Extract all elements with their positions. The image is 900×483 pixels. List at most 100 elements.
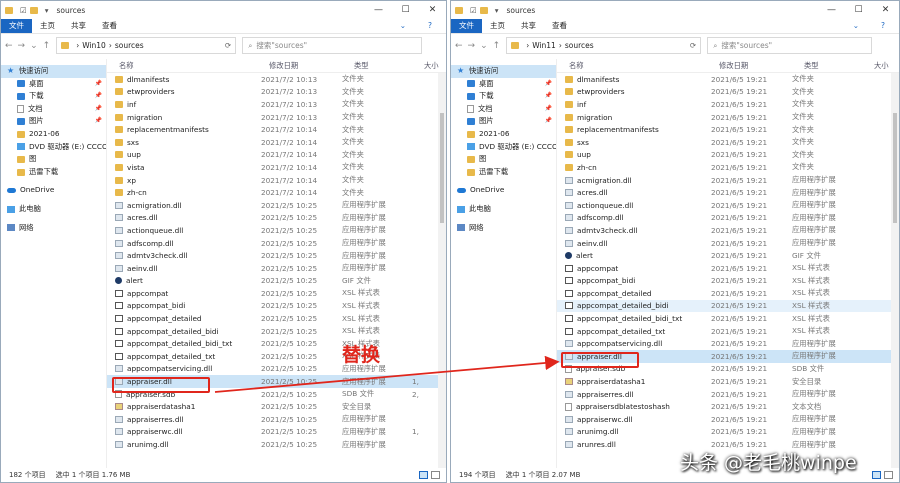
help-icon[interactable]: ? xyxy=(420,19,440,33)
sidebar-item-pictures[interactable]: 图片 📌 xyxy=(451,115,556,128)
file-row[interactable]: appraiserdatasha1 2021/2/5 10:25 安全目录 xyxy=(107,400,446,413)
sidebar-item-desktop[interactable]: 桌面 📌 xyxy=(451,78,556,91)
column-name[interactable]: 名称 xyxy=(557,61,707,71)
file-row[interactable]: appraiserres.dll 2021/6/5 19:21 应用程序扩展 xyxy=(557,388,899,401)
file-row[interactable]: actionqueue.dll 2021/6/5 19:21 应用程序扩展 xyxy=(557,199,899,212)
close-button[interactable]: ✕ xyxy=(872,5,899,15)
dropdown-icon[interactable]: ▾ xyxy=(45,6,49,15)
file-row[interactable]: appcompat_detailed_bidi_txt 2021/6/5 19:2… xyxy=(557,312,899,325)
maximize-button[interactable]: ☐ xyxy=(392,5,419,15)
file-row[interactable]: acmigration.dll 2021/6/5 19:21 应用程序扩展 xyxy=(557,174,899,187)
file-row[interactable]: acres.dll 2021/6/5 19:21 应用程序扩展 xyxy=(557,186,899,199)
file-row[interactable]: appcompat_detailed_txt 2021/6/5 19:21 XSL … xyxy=(557,325,899,338)
file-row[interactable]: acmigration.dll 2021/2/5 10:25 应用程序扩展 xyxy=(107,199,446,212)
file-row[interactable]: replacementmanifests 2021/6/5 19:21 文件夹 xyxy=(557,123,899,136)
sidebar-this-pc[interactable]: 此电脑 xyxy=(451,203,556,216)
sidebar-onedrive[interactable]: OneDrive xyxy=(1,184,106,197)
column-date[interactable]: 修改日期 xyxy=(707,61,792,71)
tab-home[interactable]: 主页 xyxy=(32,19,63,33)
file-row[interactable]: admtv3check.dll 2021/6/5 19:21 应用程序扩展 xyxy=(557,224,899,237)
sidebar-item-tu[interactable]: 图 xyxy=(451,153,556,166)
address-bar[interactable]: › Win11 › sources ⟳ xyxy=(506,37,702,54)
checkbox-icon[interactable]: ☑ xyxy=(20,6,27,15)
sidebar-item-documents[interactable]: 文档 📌 xyxy=(451,103,556,116)
sidebar-this-pc[interactable]: 此电脑 xyxy=(1,203,106,216)
file-row[interactable]: adfscomp.dll 2021/6/5 19:21 应用程序扩展 xyxy=(557,212,899,225)
file-row[interactable]: etwproviders 2021/6/5 19:21 文件夹 xyxy=(557,86,899,99)
file-row[interactable]: appcompat_bidi 2021/6/5 19:21 XSL 样式表 xyxy=(557,275,899,288)
sidebar-item-2021-06[interactable]: 2021-06 xyxy=(451,128,556,141)
file-row[interactable]: appraiserres.dll 2021/2/5 10:25 应用程序扩展 xyxy=(107,413,446,426)
sidebar-item-downloads[interactable]: 下载 📌 xyxy=(451,90,556,103)
file-row[interactable]: inf 2021/7/2 10:13 文件夹 xyxy=(107,98,446,111)
sidebar-item-documents[interactable]: 文档 📌 xyxy=(1,103,106,116)
file-row[interactable]: appcompat_detailed_txt 2021/2/5 10:25 XSL … xyxy=(107,350,446,363)
refresh-icon[interactable]: ⟳ xyxy=(225,41,231,50)
new-folder-icon[interactable] xyxy=(29,6,38,14)
breadcrumb-sources[interactable]: sources xyxy=(565,41,594,50)
file-row[interactable]: appcompatservicing.dll 2021/2/5 10:25 应用程序… xyxy=(107,363,446,376)
new-folder-icon[interactable] xyxy=(479,6,488,14)
recent-dropdown[interactable]: ⌄ xyxy=(480,41,488,51)
file-row[interactable]: admtv3check.dll 2021/2/5 10:25 应用程序扩展 xyxy=(107,249,446,262)
expand-ribbon-icon[interactable]: ⌄ xyxy=(845,19,867,33)
file-row[interactable]: zh-cn 2021/6/5 19:21 文件夹 xyxy=(557,161,899,174)
file-row[interactable]: adfscomp.dll 2021/2/5 10:25 应用程序扩展 xyxy=(107,237,446,250)
tab-share[interactable]: 共享 xyxy=(63,19,94,33)
breadcrumb-win10[interactable]: Win10 xyxy=(82,41,106,50)
sidebar-quick-access[interactable]: ★ 快速访问 xyxy=(451,65,556,78)
file-row[interactable]: alert 2021/6/5 19:21 GIF 文件 xyxy=(557,249,899,262)
sidebar-item-2021-06[interactable]: 2021-06 xyxy=(1,128,106,141)
scroll-thumb[interactable] xyxy=(440,113,444,223)
file-row[interactable]: appcompat_detailed_bidi 2021/2/5 10:25 XSL… xyxy=(107,325,446,338)
recent-dropdown[interactable]: ⌄ xyxy=(30,41,38,51)
details-view-icon[interactable] xyxy=(872,471,881,479)
tab-view[interactable]: 查看 xyxy=(94,19,125,33)
column-type[interactable]: 类型 xyxy=(342,61,412,71)
back-button[interactable]: ← xyxy=(5,41,13,51)
column-size[interactable]: 大小 xyxy=(412,61,439,71)
file-row[interactable]: migration 2021/7/2 10:13 文件夹 xyxy=(107,111,446,124)
help-icon[interactable]: ? xyxy=(873,19,893,33)
file-row[interactable]: migration 2021/6/5 19:21 文件夹 xyxy=(557,111,899,124)
file-row[interactable]: aeinv.dll 2021/2/5 10:25 应用程序扩展 xyxy=(107,262,446,275)
file-row[interactable]: arunimg.dll 2021/6/5 19:21 应用程序扩展 xyxy=(557,426,899,439)
file-row[interactable]: appcompat_detailed_bidi_txt 2021/2/5 10:2… xyxy=(107,337,446,350)
sidebar-onedrive[interactable]: OneDrive xyxy=(451,184,556,197)
file-row[interactable]: appcompat_detailed 2021/2/5 10:25 XSL 样式表 xyxy=(107,312,446,325)
file-row[interactable]: appraiserdatasha1 2021/6/5 19:21 安全目录 xyxy=(557,375,899,388)
details-view-icon[interactable] xyxy=(419,471,428,479)
file-row[interactable]: vista 2021/7/2 10:14 文件夹 xyxy=(107,161,446,174)
column-date[interactable]: 修改日期 xyxy=(257,61,342,71)
file-row[interactable]: appcompat_detailed_bidi 2021/6/5 19:21 XSL… xyxy=(557,299,899,313)
sidebar-item-tu[interactable]: 图 xyxy=(1,153,106,166)
maximize-button[interactable]: ☐ xyxy=(845,5,872,15)
tab-file[interactable]: 文件 xyxy=(1,19,32,33)
file-row[interactable]: sxs 2021/7/2 10:14 文件夹 xyxy=(107,136,446,149)
search-box[interactable]: ⌕ 搜索"sources" xyxy=(242,37,423,54)
large-icons-view-icon[interactable] xyxy=(431,471,440,479)
file-row[interactable]: appcompat_detailed 2021/6/5 19:21 XSL 样式表 xyxy=(557,287,899,300)
minimize-button[interactable]: — xyxy=(818,5,845,15)
file-row[interactable]: appcompatservicing.dll 2021/6/5 19:21 应用程序… xyxy=(557,337,899,350)
file-row[interactable]: dlmanifests 2021/6/5 19:21 文件夹 xyxy=(557,73,899,86)
breadcrumb-win11[interactable]: Win11 xyxy=(532,41,556,50)
column-type[interactable]: 类型 xyxy=(792,61,862,71)
forward-button[interactable]: → xyxy=(18,41,26,51)
sidebar-item-dvd[interactable]: DVD 驱动器 (E:) CCCO xyxy=(451,141,556,154)
sidebar-quick-access[interactable]: ★ 快速访问 xyxy=(1,65,106,78)
file-row[interactable]: appraisersdblatestoshash 2021/6/5 19:21 文本… xyxy=(557,400,899,413)
large-icons-view-icon[interactable] xyxy=(884,471,893,479)
file-row[interactable]: appraiserwc.dll 2021/2/5 10:25 应用程序扩展 1, xyxy=(107,426,446,439)
file-row[interactable]: xp 2021/7/2 10:14 文件夹 xyxy=(107,174,446,187)
file-row[interactable]: appcompat 2021/2/5 10:25 XSL 样式表 xyxy=(107,287,446,300)
sidebar-item-xunlei[interactable]: 迅雷下载 xyxy=(1,166,106,179)
search-box[interactable]: ⌕ 搜索"sources" xyxy=(707,37,873,54)
sidebar-item-dvd[interactable]: DVD 驱动器 (E:) CCCO xyxy=(1,141,106,154)
tab-home[interactable]: 主页 xyxy=(482,19,513,33)
file-row[interactable]: sxs 2021/6/5 19:21 文件夹 xyxy=(557,136,899,149)
sidebar-network[interactable]: 网络 xyxy=(451,222,556,235)
file-row[interactable]: aeinv.dll 2021/6/5 19:21 应用程序扩展 xyxy=(557,237,899,250)
column-size[interactable]: 大小 xyxy=(862,61,889,71)
close-button[interactable]: ✕ xyxy=(419,5,446,15)
